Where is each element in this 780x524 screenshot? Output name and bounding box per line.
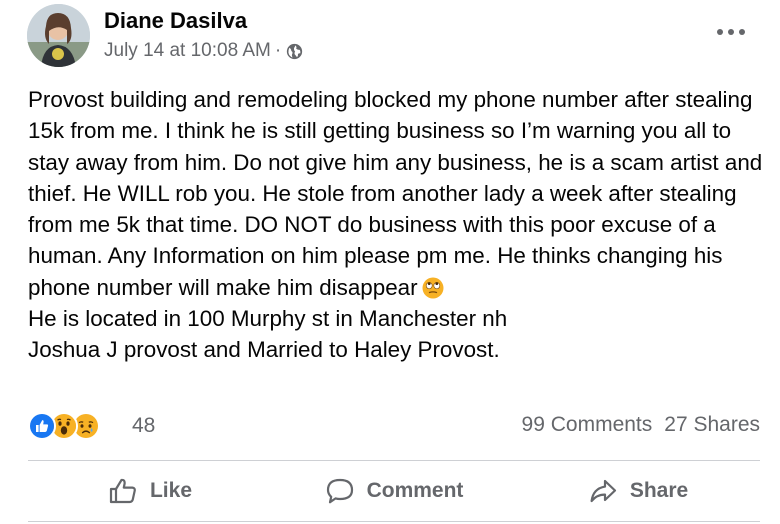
shares-count[interactable]: 27 Shares: [664, 413, 760, 437]
engagement-counts: 99 Comments 27 Shares: [522, 413, 760, 437]
more-dot: [717, 29, 723, 35]
eye-roll-emoji-icon: [422, 276, 444, 299]
author-name[interactable]: Diane Dasilva: [104, 8, 247, 34]
action-bar: Like Comment Share: [28, 462, 760, 520]
post-body: Provost building and remodeling blocked …: [28, 87, 763, 300]
more-dot: [728, 29, 734, 35]
reactions-summary[interactable]: 48: [28, 410, 155, 442]
reaction-icons: [28, 410, 118, 442]
like-button[interactable]: Like: [28, 462, 272, 520]
reaction-count: 48: [132, 414, 156, 437]
share-button[interactable]: Share: [516, 462, 760, 520]
comment-label: Comment: [366, 479, 464, 502]
comment-button[interactable]: Comment: [272, 462, 516, 520]
post-meta: July 14 at 10:08 AM ·: [104, 40, 303, 62]
comments-count[interactable]: 99 Comments: [522, 413, 653, 437]
comment-bubble-icon: [326, 478, 353, 504]
divider: [28, 460, 760, 461]
post-timestamp[interactable]: July 14 at 10:08 AM: [104, 40, 271, 62]
post-text: Provost building and remodeling blocked …: [28, 84, 773, 366]
like-reaction-icon: [28, 412, 56, 440]
more-options-icon[interactable]: [713, 22, 749, 42]
facebook-post: Diane Dasilva July 14 at 10:08 AM · Prov…: [0, 0, 780, 524]
more-dot: [739, 29, 745, 35]
share-arrow-icon: [590, 479, 616, 503]
meta-separator: ·: [274, 40, 282, 61]
like-label: Like: [149, 479, 193, 502]
globe-icon[interactable]: [286, 43, 303, 60]
thumbs-up-icon: [109, 478, 136, 504]
divider: [28, 521, 760, 522]
avatar[interactable]: [27, 4, 90, 67]
share-label: Share: [629, 479, 689, 502]
post-body-tail: He is located in 100 Murphy st in Manche…: [28, 306, 508, 363]
